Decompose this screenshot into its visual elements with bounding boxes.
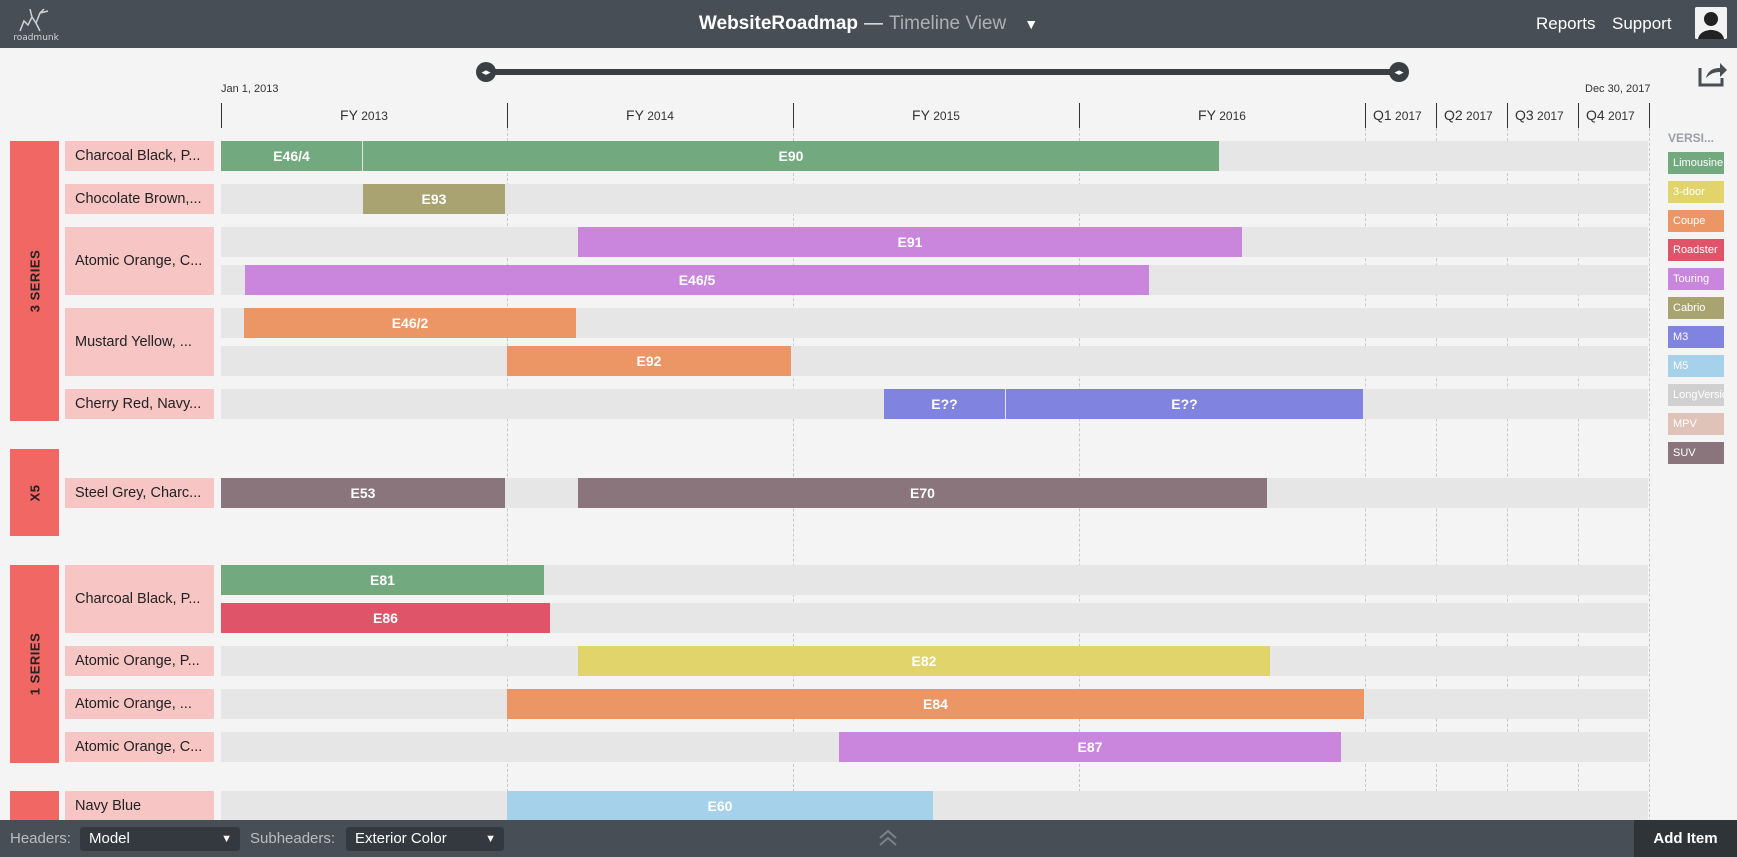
roadmap-title-area: WebsiteRoadmap — Timeline View ▼ [0,0,1737,48]
time-range-end-handle[interactable]: ◂▸ [1389,62,1409,82]
legend-item[interactable]: Limousine [1668,152,1724,174]
title-separator: — [864,13,883,34]
timeline-lane [221,346,1648,376]
roadmap-bar[interactable]: E84 [507,689,1364,719]
grid-line [1649,128,1650,822]
chevron-down-icon: ▼ [485,833,496,845]
group-header[interactable]: X5 [10,449,59,536]
roadmap-bar[interactable]: E90 [363,141,1219,171]
axis-tick [221,103,222,128]
headers-select-value: Model [89,830,130,847]
bottom-toolbar: Headers: Model ▼ Subheaders: Exterior Co… [0,820,1737,857]
roadmap-bar[interactable]: E46/5 [245,265,1149,295]
roadmap-bar[interactable]: E81 [221,565,544,595]
subheader[interactable]: Atomic Orange, C... [65,732,214,762]
axis-tick [1365,103,1366,128]
roadmap-bar[interactable]: E86 [221,603,550,633]
roadmap-bar[interactable]: E92 [507,346,791,376]
axis-tick [1436,103,1437,128]
axis-tick [1578,103,1579,128]
subheader[interactable]: Atomic Orange, ... [65,689,214,719]
subheader[interactable]: Charcoal Black, P... [65,565,214,633]
legend-item[interactable]: Touring [1668,268,1724,290]
axis-tick [793,103,794,128]
view-selector[interactable]: Timeline View [889,13,1006,34]
view-dropdown-caret-icon[interactable]: ▼ [1024,16,1038,32]
roadmap-bar[interactable]: E87 [839,732,1341,762]
headers-select[interactable]: Model ▼ [80,827,240,851]
legend-item[interactable]: 3-door [1668,181,1724,203]
legend-item[interactable]: LongVersion [1668,384,1724,406]
subheader[interactable]: Navy Blue [65,791,214,821]
legend-item[interactable]: Cabrio [1668,297,1724,319]
user-avatar-icon [1695,7,1727,39]
reports-link[interactable]: Reports [1536,0,1596,48]
roadmap-bar[interactable]: E53 [221,478,505,508]
subheaders-label: Subheaders: [250,830,336,847]
share-export-icon[interactable] [1696,58,1728,88]
roadmap-bar[interactable]: E60 [507,791,933,821]
roadmap-bar[interactable]: E46/2 [244,308,576,338]
roadmap-bar[interactable]: E46/4 [221,141,362,171]
roadmap-bar[interactable]: E?? [1006,389,1363,419]
roadmap-bar[interactable]: E70 [578,478,1267,508]
legend-title: VERSI... [1668,131,1715,145]
axis-period-label: Q1 2017 [1373,107,1422,123]
axis-period-label: FY 2015 [912,107,960,123]
chevron-down-icon: ▼ [221,833,232,845]
user-avatar[interactable] [1695,7,1727,39]
time-range-start-handle[interactable]: ◂▸ [476,62,496,82]
subheader[interactable]: Mustard Yellow, ... [65,308,214,376]
subheader[interactable]: Atomic Orange, C... [65,227,214,295]
subheader[interactable]: Charcoal Black, P... [65,141,214,171]
timeline-end-date: Dec 30, 2017 [1585,83,1651,95]
roadmap-title[interactable]: WebsiteRoadmap [699,13,858,34]
expand-panel-chevron-icon[interactable] [876,826,900,850]
legend-item[interactable]: Roadster [1668,239,1724,261]
axis-period-label: Q4 2017 [1586,107,1635,123]
timeline-start-date: Jan 1, 2013 [221,83,279,95]
axis-tick [1507,103,1508,128]
axis-period-label: Q2 2017 [1444,107,1493,123]
group-header[interactable]: 3 SERIES [10,141,59,421]
axis-tick [507,103,508,128]
roadmap-bar[interactable]: E?? [884,389,1005,419]
roadmap-bar[interactable]: E82 [578,646,1270,676]
axis-period-label: FY 2014 [626,107,674,123]
axis-tick [1649,103,1650,128]
headers-label: Headers: [10,830,71,847]
top-bar: roadmunk WebsiteRoadmap — Timeline View ▼ R… [0,0,1737,48]
drag-arrows-icon: ◂▸ [1394,67,1404,77]
subheaders-select-value: Exterior Color [355,830,447,847]
axis-period-label: Q3 2017 [1515,107,1564,123]
add-item-button[interactable]: Add Item [1634,820,1737,857]
support-link[interactable]: Support [1612,0,1672,48]
subheader[interactable]: Cherry Red, Navy... [65,389,214,419]
axis-period-label: FY 2016 [1198,107,1246,123]
roadmap-bar[interactable]: E91 [578,227,1242,257]
legend-item[interactable]: SUV [1668,442,1724,464]
subheaders-select[interactable]: Exterior Color ▼ [346,827,504,851]
drag-arrows-icon: ◂▸ [481,67,491,77]
legend-item[interactable]: MPV [1668,413,1724,435]
legend-item[interactable]: Coupe [1668,210,1724,232]
legend-item[interactable]: M5 [1668,355,1724,377]
time-range-slider-track[interactable] [486,69,1398,75]
group-header[interactable] [10,791,59,821]
timeline-lane [221,791,1648,821]
group-header[interactable]: 1 SERIES [10,565,59,763]
subheader[interactable]: Steel Grey, Charc... [65,478,214,508]
legend-item[interactable]: M3 [1668,326,1724,348]
subheader[interactable]: Atomic Orange, P... [65,646,214,676]
roadmap-bar[interactable]: E93 [363,184,505,214]
axis-tick [1079,103,1080,128]
subheader[interactable]: Chocolate Brown,... [65,184,214,214]
axis-period-label: FY 2013 [340,107,388,123]
